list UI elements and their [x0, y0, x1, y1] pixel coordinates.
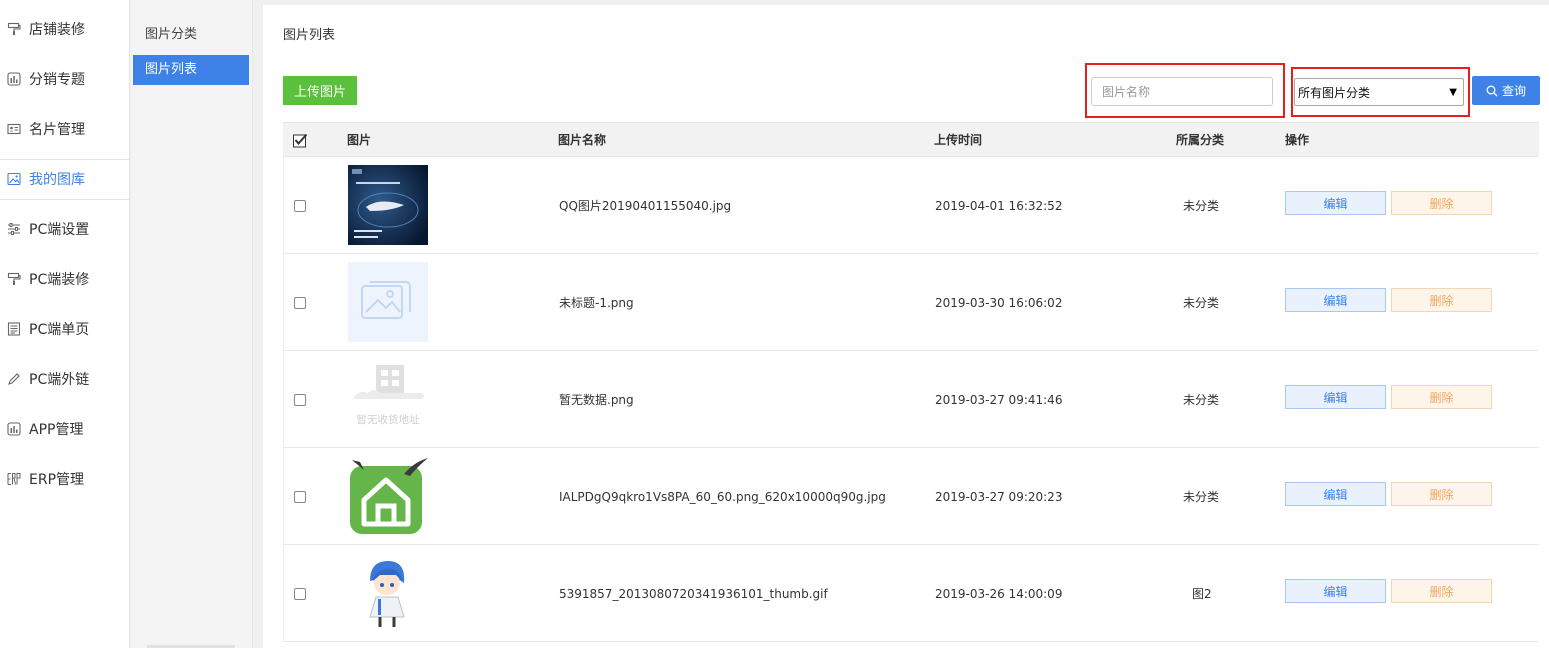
- row-checkbox[interactable]: [294, 296, 306, 309]
- image-name-search-input[interactable]: [1091, 77, 1273, 106]
- sliders-icon: [6, 221, 22, 237]
- sidebar-item-label: 店铺装修: [29, 22, 85, 38]
- column-header-upload-time: 上传时间: [934, 133, 983, 147]
- sidebar-item-label: PC端外链: [29, 372, 90, 388]
- sidebar-item-business-card[interactable]: 名片管理: [0, 109, 130, 149]
- query-label: 查询: [1501, 84, 1526, 98]
- row-checkbox[interactable]: [294, 490, 306, 503]
- table-row: 5391857_201308072034193610​1_thumb.gif 2…: [283, 545, 1539, 642]
- row-checkbox[interactable]: [294, 199, 306, 212]
- category: 未分类: [1183, 490, 1220, 504]
- sidebar-item-label: PC端装修: [29, 272, 90, 288]
- row-checkbox[interactable]: [294, 587, 306, 600]
- paint-roller-icon: [6, 271, 22, 287]
- sidebar-item-label: 名片管理: [29, 122, 85, 138]
- sidebar-item-pc-single-page[interactable]: PC端单页: [0, 309, 130, 349]
- select-value: 所有图片分类: [1298, 85, 1371, 100]
- image-thumbnail[interactable]: [348, 456, 428, 536]
- gallery-subnav: 图片分类 图片列表: [131, 0, 253, 648]
- thumbnail-caption: 暂无收货地址: [357, 413, 420, 426]
- column-header-image: 图片: [347, 133, 372, 147]
- image-thumbnail[interactable]: [348, 262, 428, 342]
- sidebar-item-label: 分销专题: [29, 72, 85, 88]
- chart-box-icon: [6, 71, 22, 87]
- image-thumbnail[interactable]: [348, 553, 428, 633]
- sidebar-item-label: 我的图库: [29, 172, 85, 188]
- edit-button[interactable]: 编辑: [1285, 385, 1386, 409]
- subnav-item-image-list[interactable]: 图片列表: [133, 55, 249, 85]
- image-name: IALPDgQ9qkro1Vs8PA_60_60.png_620x10000q9…: [559, 489, 886, 504]
- table-row: 暂无收货地址 暂无数据.png 2019-03-27 09:41:46 未分类 …: [283, 351, 1539, 448]
- image-table: 图片 图片名称 上传时间 所属分类 操作 QQ图片20190401155040.…: [283, 122, 1539, 642]
- main-panel: 图片列表 上传图片 所有图片分类 ▼ 查询 图片 图片名称 上传时间 所属分类 …: [263, 5, 1549, 648]
- sidebar-item-distribution[interactable]: 分销专题: [0, 59, 130, 99]
- erp-icon: [6, 471, 22, 487]
- column-header-category: 所属分类: [1176, 133, 1225, 147]
- sidebar-item-label: PC端单页: [29, 322, 90, 338]
- table-row: IALPDgQ9qkro1Vs8PA_60_60.png_620x10000q9…: [283, 448, 1539, 545]
- upload-time: 2019-03-30 16:06:02: [935, 295, 1063, 310]
- category: 未分类: [1183, 393, 1220, 407]
- chart-box-icon: [6, 421, 22, 437]
- table-row: 未标题-1.png 2019-03-30 16:06:02 未分类 编辑 删除: [283, 254, 1539, 351]
- query-button[interactable]: 查询: [1472, 76, 1540, 105]
- category: 未分类: [1183, 296, 1220, 310]
- sidebar-item-label: PC端设置: [29, 222, 90, 238]
- subnav-item-image-category[interactable]: 图片分类: [133, 20, 249, 50]
- row-checkbox[interactable]: [294, 393, 306, 406]
- sidebar-item-my-gallery[interactable]: 我的图库: [0, 159, 130, 199]
- caret-down-icon: ▼: [1449, 86, 1457, 98]
- sidebar-item-pc-decoration[interactable]: PC端装修: [0, 259, 130, 299]
- sidebar-item-label: ERP管理: [29, 472, 85, 488]
- upload-time: 2019-03-27 09:41:46: [935, 392, 1063, 407]
- pencil-icon: [6, 371, 22, 387]
- edit-button[interactable]: 编辑: [1285, 482, 1386, 506]
- column-header-action: 操作: [1285, 133, 1310, 147]
- image-name: QQ图片20190401155040.jpg: [559, 199, 732, 213]
- edit-button[interactable]: 编辑: [1285, 191, 1386, 215]
- image-icon: [6, 171, 22, 187]
- sidebar-item-pc-settings[interactable]: PC端设置: [0, 209, 130, 249]
- category: 未分类: [1183, 199, 1220, 213]
- sidebar-item-pc-external-link[interactable]: PC端外链: [0, 359, 130, 399]
- sidebar-item-app-management[interactable]: APP管理: [0, 409, 130, 449]
- image-thumbnail[interactable]: 暂无收货地址: [348, 359, 428, 439]
- id-card-icon: [6, 121, 22, 137]
- checkbox-checked-icon: [293, 133, 308, 148]
- divider: [0, 199, 130, 200]
- paint-roller-icon: [6, 21, 22, 37]
- edit-button[interactable]: 编辑: [1285, 288, 1386, 312]
- delete-button[interactable]: 删除: [1391, 385, 1492, 409]
- delete-button[interactable]: 删除: [1391, 482, 1492, 506]
- delete-button[interactable]: 删除: [1391, 191, 1492, 215]
- edit-button[interactable]: 编辑: [1285, 579, 1386, 603]
- table-header: 图片 图片名称 上传时间 所属分类 操作: [283, 122, 1539, 157]
- upload-time: 2019-03-26 14:00:09: [935, 586, 1063, 601]
- column-header-name: 图片名称: [558, 133, 607, 147]
- sidebar-item-store-decoration[interactable]: 店铺装修: [0, 9, 130, 49]
- image-category-select[interactable]: 所有图片分类 ▼: [1294, 78, 1464, 106]
- delete-button[interactable]: 删除: [1391, 579, 1492, 603]
- table-row: QQ图片20190401155040.jpg 2019-04-01 16:32:…: [283, 157, 1539, 254]
- sidebar-item-erp-management[interactable]: ERP管理: [0, 459, 130, 499]
- category: 图2: [1192, 587, 1212, 601]
- image-name: 未标题-1.png: [559, 296, 634, 310]
- search-icon: [1486, 85, 1498, 96]
- upload-image-button[interactable]: 上传图片: [283, 76, 357, 105]
- select-all-checkbox[interactable]: [293, 133, 308, 148]
- upload-time: 2019-04-01 16:32:52: [935, 198, 1063, 213]
- page-title: 图片列表: [283, 28, 336, 43]
- image-name: 5391857_201308072034193610​1_thumb.gif: [559, 586, 828, 601]
- upload-time: 2019-03-27 09:20:23: [935, 489, 1063, 504]
- image-thumbnail[interactable]: [348, 165, 428, 245]
- image-name: 暂无数据.png: [559, 393, 634, 407]
- document-icon: [6, 321, 22, 337]
- sidebar: 店铺装修 分销专题 名片管理 我的图库 PC端设置 PC端装修 PC端单页 PC…: [0, 0, 130, 648]
- sidebar-item-label: APP管理: [29, 422, 84, 438]
- delete-button[interactable]: 删除: [1391, 288, 1492, 312]
